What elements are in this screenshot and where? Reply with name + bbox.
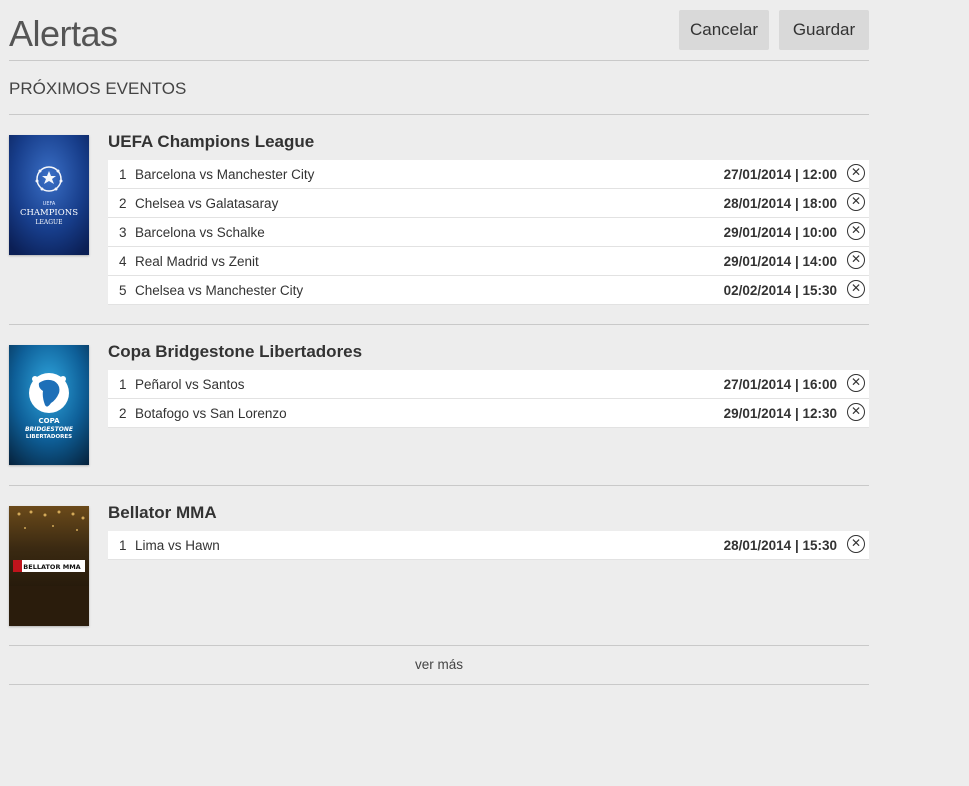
- logo-text: LEAGUE: [36, 219, 63, 226]
- page-header: Alertas Cancelar Guardar: [9, 0, 869, 61]
- close-circle-icon[interactable]: ✕: [847, 374, 865, 392]
- logo-text: BELLATOR MMA: [23, 563, 80, 571]
- event-date: 29/01/2014 | 10:00: [723, 225, 837, 240]
- section-heading: PRÓXIMOS EVENTOS: [9, 61, 869, 115]
- event-date: 02/02/2014 | 15:30: [723, 283, 837, 298]
- champions-league-logo: UEFA CHAMPIONS LEAGUE: [9, 135, 89, 255]
- close-circle-icon[interactable]: ✕: [847, 193, 865, 211]
- event-date: 27/01/2014 | 16:00: [723, 377, 837, 392]
- event-row: 3 Barcelona vs Schalke 29/01/2014 | 10:0…: [108, 218, 869, 247]
- bellator-mma-logo: BELLATOR MMA: [9, 506, 89, 626]
- event-group-bellator-mma: BELLATOR MMA Bellator MMA 1 Lima vs Hawn…: [9, 486, 869, 646]
- event-date: 27/01/2014 | 12:00: [723, 167, 837, 182]
- event-row: 4 Real Madrid vs Zenit 29/01/2014 | 14:0…: [108, 247, 869, 276]
- event-group-champions-league: UEFA CHAMPIONS LEAGUE UEFA Champions Lea…: [9, 115, 869, 325]
- copa-libertadores-logo: COPA BRIDGESTONE LIBERTADORES: [9, 345, 89, 465]
- close-circle-icon[interactable]: ✕: [847, 251, 865, 269]
- event-name: Peñarol vs Santos: [135, 377, 245, 392]
- event-name: Barcelona vs Schalke: [135, 225, 265, 240]
- close-circle-icon[interactable]: ✕: [847, 164, 865, 182]
- close-circle-icon[interactable]: ✕: [847, 222, 865, 240]
- section-title: PRÓXIMOS EVENTOS: [9, 79, 187, 98]
- event-row: 2 Chelsea vs Galatasaray 28/01/2014 | 18…: [108, 189, 869, 218]
- event-name: Botafogo vs San Lorenzo: [135, 406, 287, 421]
- event-number: 3: [119, 225, 127, 240]
- event-group-copa-libertadores: COPA BRIDGESTONE LIBERTADORES Copa Bridg…: [9, 325, 869, 486]
- group-title: Bellator MMA: [108, 503, 217, 522]
- event-number: 1: [119, 538, 127, 553]
- event-number: 2: [119, 406, 127, 421]
- logo-text: UEFA: [43, 201, 56, 207]
- event-date: 28/01/2014 | 18:00: [723, 196, 837, 211]
- logo-text: COPA: [39, 417, 61, 425]
- event-name: Chelsea vs Manchester City: [135, 283, 304, 298]
- event-number: 4: [119, 254, 127, 269]
- logo-text: CHAMPIONS: [20, 208, 78, 218]
- save-button[interactable]: Guardar: [779, 10, 869, 50]
- event-row: 2 Botafogo vs San Lorenzo 29/01/2014 | 1…: [108, 399, 869, 428]
- event-name: Real Madrid vs Zenit: [135, 254, 259, 269]
- event-number: 2: [119, 196, 127, 211]
- close-circle-icon[interactable]: ✕: [847, 280, 865, 298]
- load-more: ver más: [9, 646, 869, 685]
- event-number: 5: [119, 283, 127, 298]
- event-row: 1 Peñarol vs Santos 27/01/2014 | 16:00 ✕: [108, 370, 869, 399]
- event-list: 1 Lima vs Hawn 28/01/2014 | 15:30 ✕: [108, 531, 869, 560]
- event-row: 1 Lima vs Hawn 28/01/2014 | 15:30 ✕: [108, 531, 869, 560]
- event-row: 1 Barcelona vs Manchester City 27/01/201…: [108, 160, 869, 189]
- page-title: Alertas: [9, 13, 118, 54]
- event-number: 1: [119, 377, 127, 392]
- event-date: 29/01/2014 | 12:30: [723, 406, 837, 421]
- logo-text: BRIDGESTONE: [25, 426, 74, 433]
- event-name: Chelsea vs Galatasaray: [135, 196, 279, 211]
- event-row: 5 Chelsea vs Manchester City 02/02/2014 …: [108, 276, 869, 305]
- see-more-link[interactable]: ver más: [415, 657, 463, 672]
- group-title: Copa Bridgestone Libertadores: [108, 342, 363, 361]
- event-name: Barcelona vs Manchester City: [135, 167, 315, 182]
- logo-text: LIBERTADORES: [26, 434, 72, 440]
- group-title: UEFA Champions League: [108, 132, 315, 151]
- alerts-page: Alertas Cancelar Guardar PRÓXIMOS EVENTO…: [0, 0, 969, 786]
- event-list: 1 Barcelona vs Manchester City 27/01/201…: [108, 160, 869, 305]
- event-date: 28/01/2014 | 15:30: [723, 538, 837, 553]
- event-number: 1: [119, 167, 127, 182]
- close-circle-icon[interactable]: ✕: [847, 535, 865, 553]
- close-circle-icon[interactable]: ✕: [847, 403, 865, 421]
- cancel-button[interactable]: Cancelar: [679, 10, 769, 50]
- event-date: 29/01/2014 | 14:00: [723, 254, 837, 269]
- event-name: Lima vs Hawn: [135, 538, 220, 553]
- event-list: 1 Peñarol vs Santos 27/01/2014 | 16:00 ✕…: [108, 370, 869, 428]
